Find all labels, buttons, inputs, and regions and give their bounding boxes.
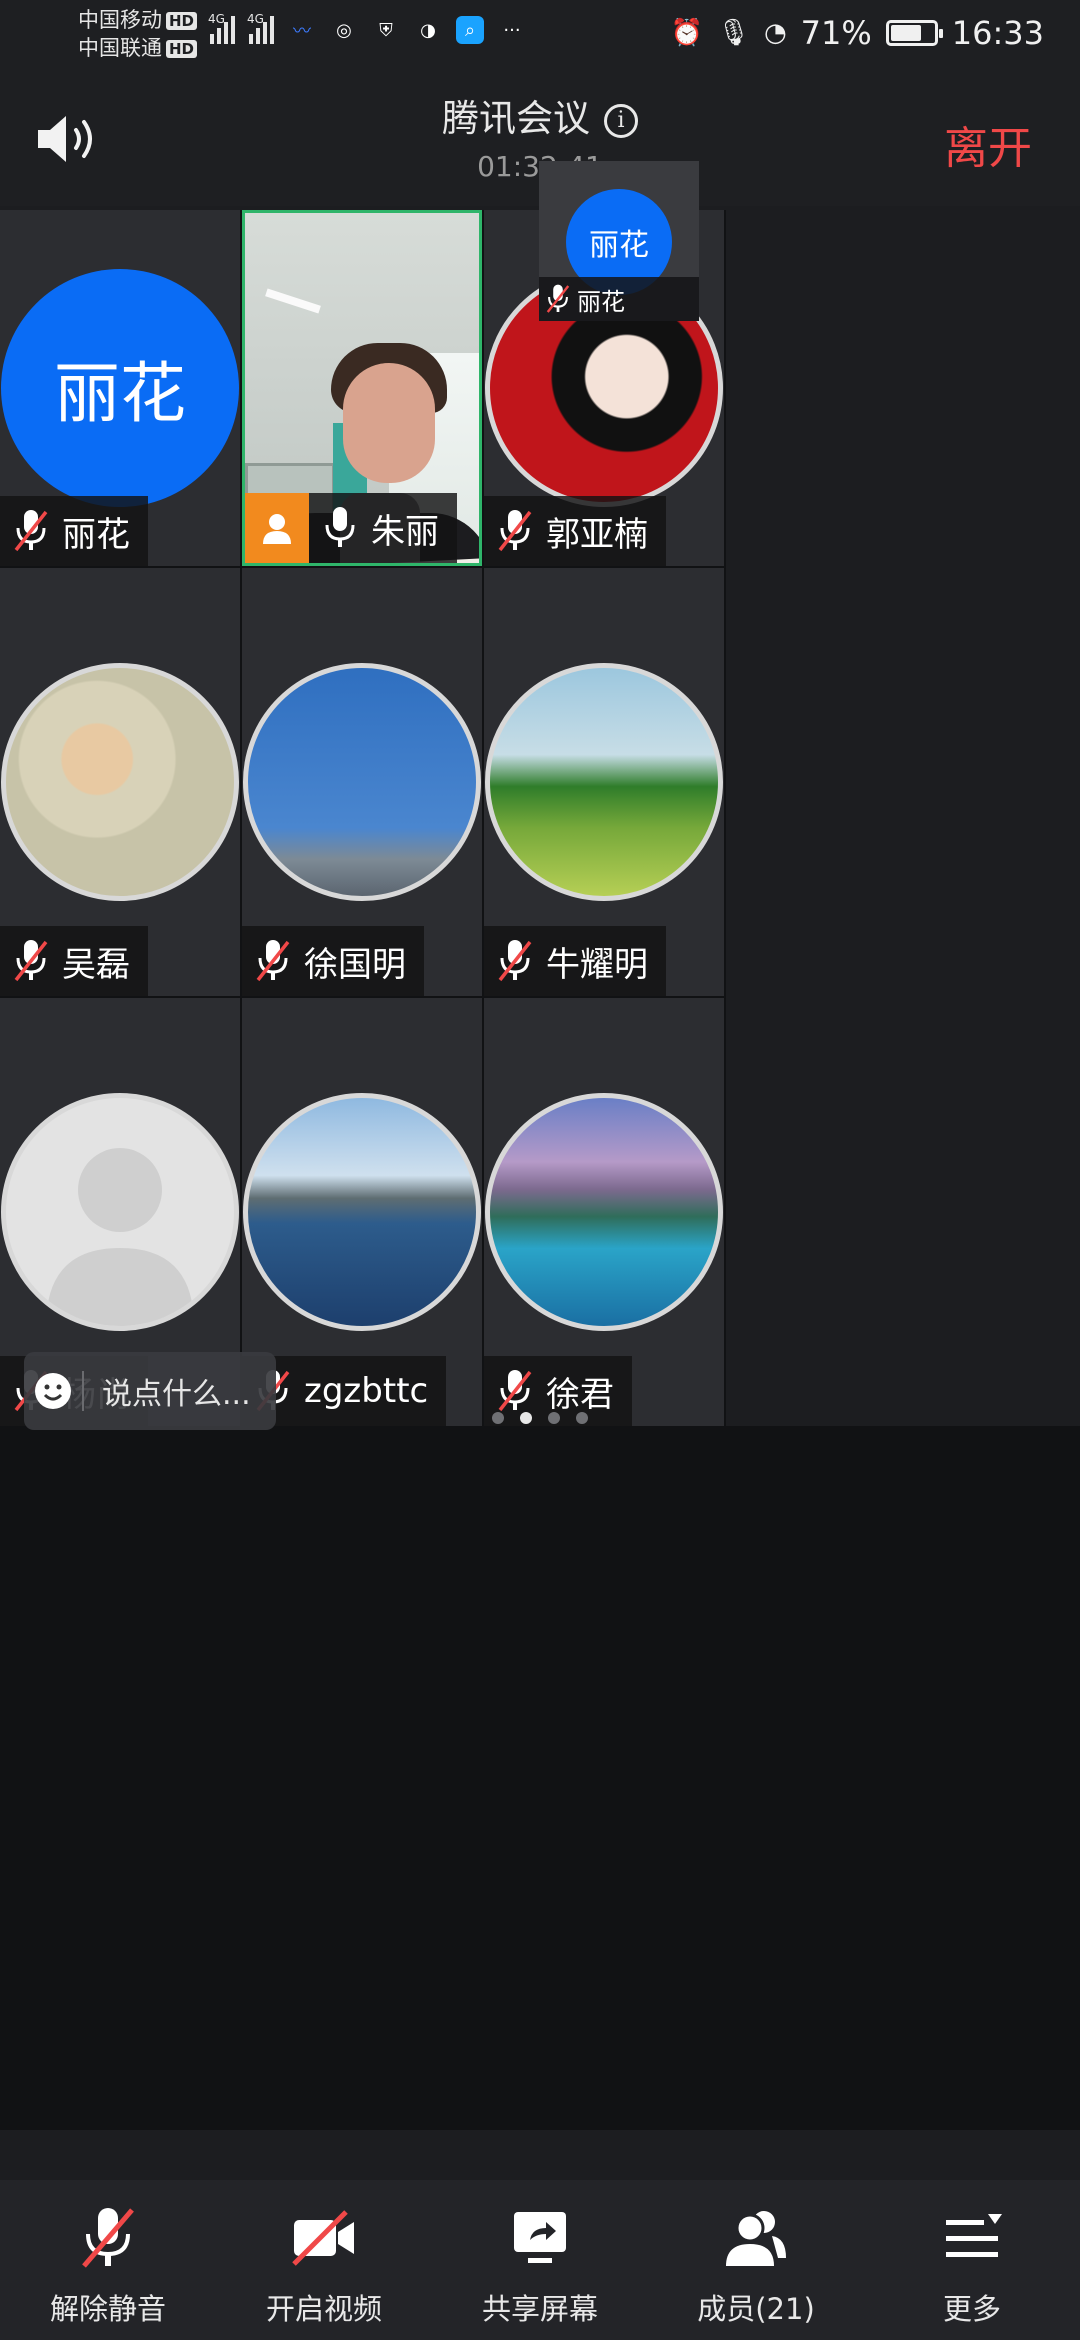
participant-grid: 丽花 丽花 朱丽 郭亚楠 丽花 丽花 吴磊 徐国明 牛耀明 zgzbttc 徐君 [0,161,1080,2130]
carrier-info: 中国移动 HD 中国联通 HD [78,6,198,62]
page-dot-active[interactable] [520,1412,532,1424]
page-indicator[interactable] [0,1412,1080,1424]
members-icon [726,2211,786,2266]
members-button[interactable]: 成员(21) [648,2180,864,2340]
wechat-icon: ◎ [336,19,352,41]
battery-icon [885,20,943,46]
status-icons-left: 4G 4G 〰 ◎ ⛨ ◑ ⌕ ··· [208,12,526,44]
chat-placeholder: 说点什么... [102,1377,251,1412]
signal-icon-2: 4G [247,12,274,44]
participant-tile[interactable]: 徐君 [484,998,724,1426]
hd-badge-1: HD [166,12,198,30]
participant-tile[interactable]: zgzbttc [242,998,482,1426]
self-name: 丽花 [577,287,625,316]
emoji-icon[interactable] [24,1371,82,1411]
participant-nameplate: 牛耀明 [484,926,666,996]
meeting-title[interactable]: 腾讯会议 i [0,88,1080,142]
mic-status-icon: 🎙 [716,18,750,48]
share-screen-icon [514,2212,566,2263]
lake-avatar [243,1093,481,1331]
mic-muted-icon [82,2208,134,2268]
mic-muted-icon [14,510,48,552]
chat-divider [82,1371,84,1411]
self-nameplate: 丽花 [539,277,699,321]
illustration-children-avatar [1,663,239,901]
participant-nameplate: 丽花 [0,496,148,566]
participant-name: 牛耀明 [546,944,648,985]
mic-muted-icon [498,1370,532,1412]
menu-icon [946,2214,1002,2257]
start-video-label: 开启视频 [265,2292,382,2326]
page-dot[interactable] [492,1412,504,1424]
participant-nameplate: 徐国明 [242,926,424,996]
host-icon [245,493,309,563]
participant-tile[interactable]: 徐国明 [242,568,482,996]
blue-sky-avatar [243,663,481,901]
mic-muted-icon [256,940,290,982]
participant-name: zgzbttc [304,1371,429,1411]
self-view-thumbnail[interactable]: 丽花 丽花 [539,161,699,321]
status-bar: 中国移动 HD 中国联通 HD 4G 4G 〰 ◎ ⛨ ◑ ⌕ ··· ⏰ 🎙 ◔ … [0,0,1080,72]
participant-tile-video[interactable]: 朱丽 [242,210,482,566]
search-app-icon: ⌕ [456,16,484,44]
participant-nameplate: 郭亚楠 [484,496,666,566]
page-dot[interactable] [548,1412,560,1424]
green-field-avatar [485,663,723,901]
mic-muted-icon [498,940,532,982]
more-label: 更多 [942,2292,1001,2326]
mic-muted-icon [14,940,48,982]
share-screen-label: 共享屏幕 [481,2292,598,2326]
video-off-icon [292,2210,354,2266]
hd-badge-2: HD [166,40,198,58]
participant-name: 丽花 [62,514,130,555]
browser-icon: ◑ [420,19,436,41]
default-person-avatar [1,1093,239,1331]
participant-tile[interactable]: 丽花 丽花 [0,210,240,566]
more-button[interactable]: 更多 [864,2180,1080,2340]
grid-filler [726,210,1080,1426]
bottom-toolbar: 解除静音 开启视频 共享屏幕 成员(21) 更多 [0,2180,1080,2340]
battery-percent: 71% [800,14,872,52]
signal-icon-1: 4G [208,12,235,44]
participant-name: 朱丽 [371,511,439,552]
more-notifications-icon: ··· [503,19,521,41]
initials-avatar: 丽花 [1,269,239,507]
page-dot[interactable] [576,1412,588,1424]
participant-name: 徐国明 [304,944,406,985]
alarm-icon: ⏰ [670,18,703,48]
shield-icon: ⛨ [379,19,393,41]
start-video-button[interactable]: 开启视频 [216,2180,432,2340]
leave-button[interactable]: 离开 [944,112,1032,176]
app-icon-wave: 〰 [293,21,311,42]
mic-muted-icon [498,510,532,552]
participant-name: 郭亚楠 [546,514,648,555]
participant-name: 吴磊 [62,944,130,985]
speed-icon: ◔ [763,18,787,48]
mic-icon [325,507,355,547]
carrier-1: 中国移动 [78,8,162,32]
participant-tile[interactable]: 牛耀明 [484,568,724,996]
meeting-title-text: 腾讯会议 [442,97,590,140]
info-icon[interactable]: i [604,104,638,138]
participant-tile[interactable]: 吴磊 [0,568,240,996]
unmute-button[interactable]: 解除静音 [0,2180,216,2340]
mountain-lake-avatar [485,1093,723,1331]
mic-muted-icon [546,284,570,313]
status-icons-right: ⏰ 🎙 ◔ 71% 16:33 [671,14,1044,52]
unmute-label: 解除静音 [49,2292,166,2326]
participant-nameplate: 吴磊 [0,926,148,996]
clock: 16:33 [951,14,1044,52]
share-screen-button[interactable]: 共享屏幕 [432,2180,648,2340]
carrier-2: 中国联通 [78,36,162,60]
participant-name: 徐君 [546,1374,614,1415]
members-label: 成员(21) [697,2292,815,2326]
participant-nameplate: 朱丽 [245,493,457,563]
